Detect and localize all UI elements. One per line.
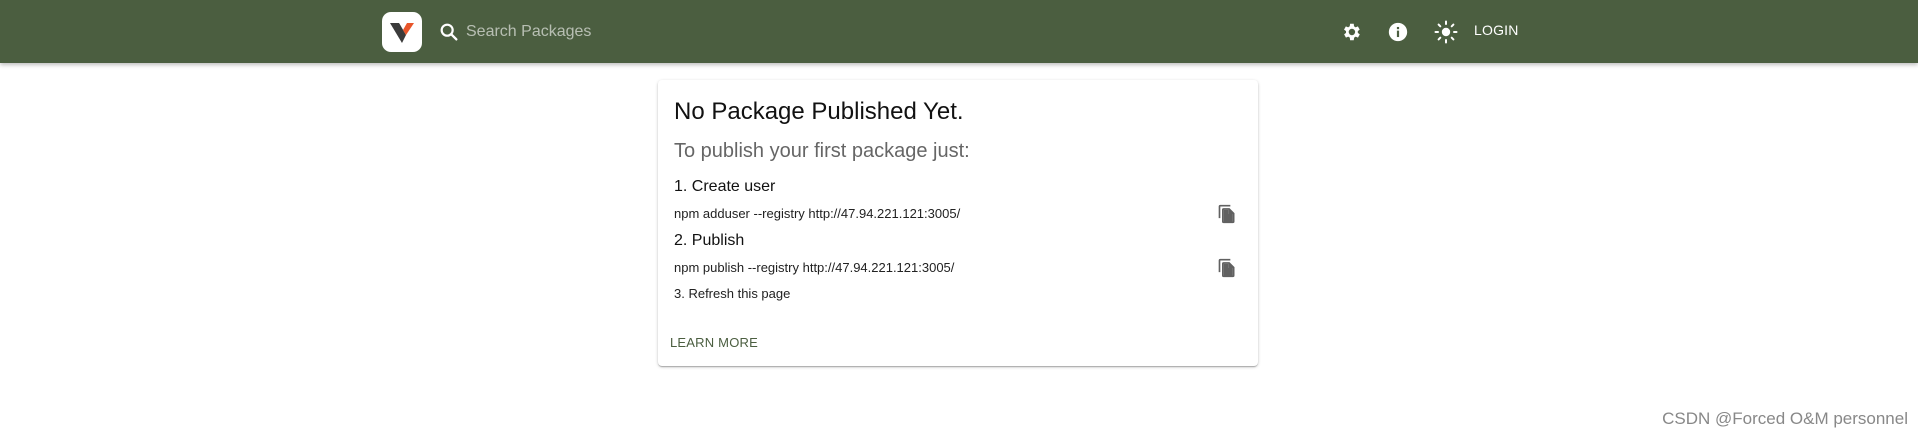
step-refresh-text: 3. Refresh this page — [674, 286, 791, 301]
search-icon — [438, 21, 460, 43]
adduser-command: npm adduser --registry http://47.94.221.… — [674, 206, 961, 221]
learn-more-button[interactable]: LEARN MORE — [670, 335, 758, 350]
card-subtitle: To publish your first package just: — [674, 140, 970, 162]
settings-gear-icon[interactable] — [1338, 19, 1364, 45]
card-title: No Package Published Yet. — [674, 98, 964, 125]
step-create-user-title: 1. Create user — [674, 178, 776, 195]
info-icon[interactable] — [1385, 19, 1411, 45]
app-header: LOGIN — [0, 0, 1918, 63]
watermark-text: CSDN @Forced O&M personnel — [1662, 409, 1908, 428]
copy-icon[interactable] — [1216, 257, 1238, 279]
step-publish-title: 2. Publish — [674, 232, 745, 249]
search-input[interactable] — [466, 16, 986, 48]
verdaccio-logo-icon[interactable] — [382, 12, 422, 52]
login-button[interactable]: LOGIN — [1474, 22, 1519, 38]
help-card: No Package Published Yet. To publish you… — [658, 80, 1258, 366]
copy-icon[interactable] — [1216, 203, 1238, 225]
publish-command: npm publish --registry http://47.94.221.… — [674, 260, 955, 275]
theme-brightness-icon[interactable] — [1433, 19, 1459, 45]
